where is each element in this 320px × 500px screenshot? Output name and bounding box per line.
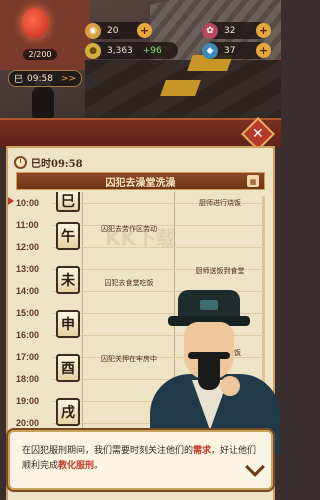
coin-resource: ● 3,363 +96: [85, 42, 178, 59]
clock-time: 09:58: [27, 73, 53, 84]
bench[interactable]: [160, 80, 201, 96]
water-resource: ◆ 37 +: [202, 42, 271, 59]
water-value: 37: [224, 45, 236, 56]
dialog-highlight: 需求: [193, 446, 212, 456]
cook-task: 厨师进行烧饭: [199, 199, 241, 207]
food-value: 20: [107, 25, 119, 36]
flower-value: 32: [224, 25, 236, 36]
flower-resource: ✿ 32 +: [202, 22, 271, 39]
hand: [220, 376, 240, 396]
coin-icon: ●: [85, 42, 101, 59]
time-label: 13:00: [16, 264, 40, 274]
column-divider: [82, 192, 83, 432]
calendar-icon[interactable]: ▦: [247, 175, 259, 187]
beard: [198, 356, 220, 390]
bowl-icon: ◉: [85, 22, 101, 39]
shichen-icon: 巳: [14, 75, 24, 85]
clock-icon: [14, 155, 27, 169]
active-task-banner: 囚犯去澡堂洗澡 ▦: [16, 172, 265, 190]
dialog-text-part: 。: [94, 461, 104, 471]
time-label: 19:00: [16, 396, 40, 406]
time-label: 14:00: [16, 286, 40, 296]
time-label: 10:00: [16, 198, 40, 208]
time-label: 20:00: [16, 418, 40, 428]
dialog-text-part: 在囚犯服刑期间，我们需要时刻关注他们的: [22, 446, 194, 456]
time-label: 11:00: [16, 220, 39, 230]
current-time-marker-icon: [8, 197, 14, 205]
shichen-tile: 酉: [56, 354, 80, 382]
panel-header: 巳时09:58: [14, 154, 83, 170]
close-icon: ✕: [252, 125, 264, 142]
time-label: 18:00: [16, 374, 40, 384]
flower-icon: ✿: [202, 22, 218, 39]
dialog-highlight: 教化服刑: [58, 461, 95, 471]
shichen-tile: 戌: [56, 398, 80, 426]
prisoner-task: 囚犯去食堂吃饭: [104, 279, 154, 287]
water-drop-icon: ◆: [202, 42, 218, 59]
add-flower-button[interactable]: +: [256, 23, 271, 38]
official-character: [150, 290, 280, 454]
shichen-tile: 申: [56, 310, 80, 338]
watermark: KK下载: [105, 226, 176, 250]
time-label: 16:00: [16, 330, 40, 340]
panel-top-band: [0, 118, 281, 148]
panel-header-text: 巳时09:58: [31, 158, 83, 170]
food-resource: ◉ 20 +: [85, 22, 152, 39]
add-food-button[interactable]: +: [137, 23, 152, 38]
cook-task: 厨师送饭到食堂: [195, 267, 245, 275]
dialog-text: 在囚犯服刑期间，我们需要时刻关注他们的需求，好让他们顺利完成教化服刑。: [22, 444, 260, 474]
hat-badge: [200, 300, 218, 310]
coin-value: 3,363: [107, 45, 133, 56]
active-task-text: 囚犯去澡堂洗澡: [105, 177, 176, 189]
npc-character[interactable]: [32, 85, 54, 119]
time-label: 12:00: [16, 242, 40, 252]
prison-badge[interactable]: 2/200: [10, 8, 70, 60]
fast-forward-icon[interactable]: >>: [61, 74, 76, 84]
game-clock[interactable]: 巳 09:58 >>: [8, 70, 82, 87]
add-water-button[interactable]: +: [256, 43, 271, 58]
prison-count: 2/200: [23, 49, 57, 60]
shichen-tile: 未: [56, 266, 80, 294]
time-label: 15:00: [16, 308, 40, 318]
shichen-tile: 午: [56, 222, 80, 250]
time-label: 17:00: [16, 352, 40, 362]
shichen-tile: 巳: [56, 192, 80, 212]
tutorial-dialog[interactable]: 在囚犯服刑期间，我们需要时刻关注他们的需求，好让他们顺利完成教化服刑。: [8, 430, 273, 490]
coin-rate: +96: [142, 45, 162, 56]
